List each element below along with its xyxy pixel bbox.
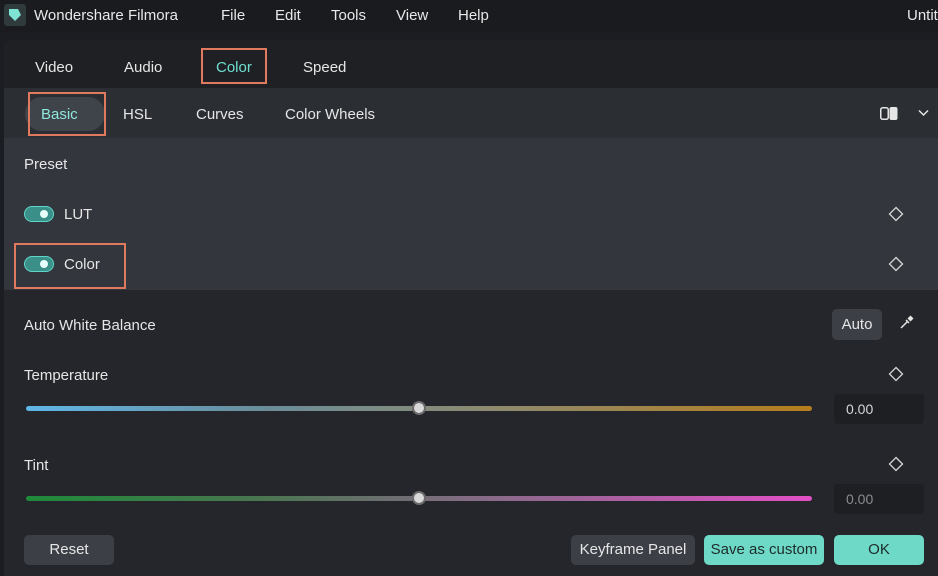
tab-speed[interactable]: Speed [303, 59, 346, 76]
compare-view-icon[interactable] [880, 107, 898, 120]
subtab-curves[interactable]: Curves [196, 106, 244, 123]
auto-white-balance-label: Auto White Balance [24, 317, 156, 334]
subtab-hsl[interactable]: HSL [123, 106, 152, 123]
chevron-down-icon[interactable] [918, 109, 929, 117]
document-title: Untitled [907, 7, 938, 24]
app-title: Wondershare Filmora [34, 7, 178, 24]
temperature-keyframe-diamond-icon[interactable] [888, 366, 904, 382]
bottom-action-bar: Reset Keyframe Panel Save as custom OK [4, 516, 938, 576]
highlight-color-tab [201, 48, 267, 84]
tab-audio[interactable]: Audio [124, 59, 162, 76]
temperature-value-field[interactable]: 0.00 [834, 394, 924, 424]
temperature-slider-handle[interactable] [412, 401, 426, 415]
lut-keyframe-diamond-icon[interactable] [888, 206, 904, 222]
tint-value-field[interactable]: 0.00 [834, 484, 924, 514]
save-as-custom-button[interactable]: Save as custom [704, 535, 824, 565]
lut-toggle[interactable] [24, 206, 54, 222]
title-bar: Wondershare Filmora File Edit Tools View… [0, 0, 938, 32]
filmora-logo-icon [4, 4, 26, 26]
highlight-color-toggle [14, 243, 126, 289]
auto-button[interactable]: Auto [832, 309, 882, 340]
preset-section: Preset LUT Color [4, 138, 938, 290]
eyedropper-icon[interactable] [899, 314, 915, 330]
tint-keyframe-diamond-icon[interactable] [888, 456, 904, 472]
color-keyframe-diamond-icon[interactable] [888, 256, 904, 272]
menu-tools[interactable]: Tools [331, 7, 366, 24]
tint-slider-handle[interactable] [412, 491, 426, 505]
keyframe-panel-button[interactable]: Keyframe Panel [571, 535, 695, 565]
menu-help[interactable]: Help [458, 7, 489, 24]
subtab-color-wheels[interactable]: Color Wheels [285, 106, 375, 123]
menu-file[interactable]: File [221, 7, 245, 24]
color-panel: Video Audio Color Speed Basic HSL Curves… [4, 40, 938, 576]
menu-edit[interactable]: Edit [275, 7, 301, 24]
ok-button[interactable]: OK [834, 535, 924, 565]
temperature-label: Temperature [24, 367, 109, 384]
main-tabs: Video Audio Color Speed [4, 40, 938, 88]
reset-button[interactable]: Reset [24, 535, 114, 565]
lut-label: LUT [64, 206, 93, 223]
preset-title: Preset [24, 156, 68, 173]
menu-view[interactable]: View [396, 7, 428, 24]
tab-video[interactable]: Video [35, 59, 73, 76]
highlight-basic-subtab [28, 92, 106, 136]
sub-tabs: Basic HSL Curves Color Wheels [4, 88, 938, 138]
tint-label: Tint [24, 457, 49, 474]
